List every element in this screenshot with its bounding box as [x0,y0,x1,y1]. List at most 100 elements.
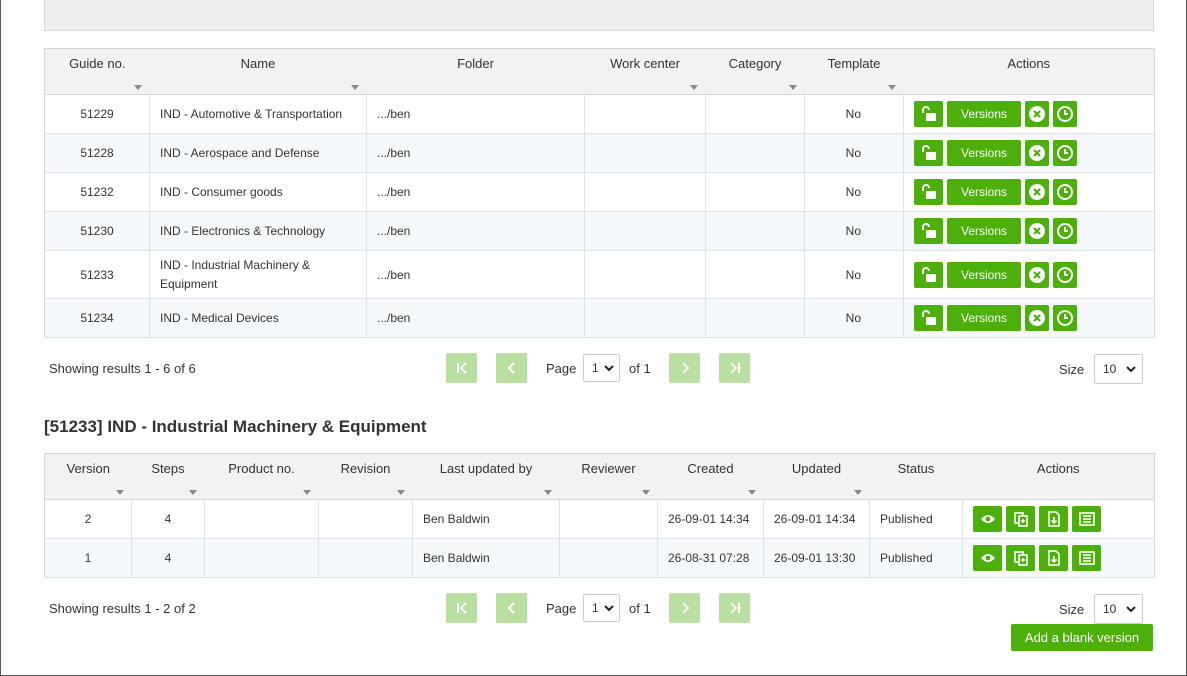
next-page-button[interactable] [669,353,700,383]
page-value: 1 [592,601,599,615]
sort-caret-icon[interactable] [188,490,197,495]
clock-icon [1057,223,1073,239]
last-page-button[interactable] [719,593,750,623]
unlock-button[interactable] [914,140,943,166]
col-last-updated-by[interactable]: Last updated by [412,453,560,500]
versions-button[interactable]: Versions [947,140,1021,166]
unlock-button[interactable] [914,101,943,127]
unlock-button[interactable] [914,218,943,244]
close-circle-icon [1029,310,1045,326]
page-select[interactable]: 1 [583,354,620,382]
add-blank-version-button[interactable]: Add a blank version [1011,624,1153,651]
sort-caret-icon[interactable] [115,490,124,495]
table-row[interactable]: 1 4 Ben Baldwin 26-08-31 07:28 26-09-01 13:3… [44,538,1155,578]
sort-caret-icon[interactable] [689,85,698,90]
sort-caret-icon[interactable] [853,490,862,495]
table-row[interactable]: 51233 IND - Industrial Machinery & Equipm… [44,250,1155,299]
view-button[interactable] [973,545,1002,571]
sort-caret-icon[interactable] [350,85,359,90]
history-button[interactable] [1053,218,1077,244]
col-actions: Actions [903,48,1155,95]
report-button[interactable] [1072,506,1101,532]
last-page-icon [729,362,740,374]
delete-button[interactable] [1025,140,1049,166]
cell-work-center [584,250,706,299]
unlock-button[interactable] [914,179,943,205]
first-page-button[interactable] [446,593,477,623]
sort-caret-icon[interactable] [543,490,552,495]
col-revision[interactable]: Revision [318,453,413,500]
col-updated[interactable]: Updated [763,453,870,500]
history-button[interactable] [1053,305,1077,331]
versions-button[interactable]: Versions [947,218,1021,244]
col-guide-no[interactable]: Guide no. [44,48,150,95]
download-button[interactable] [1039,506,1068,532]
versions-button[interactable]: Versions [947,305,1021,331]
close-circle-icon [1029,106,1045,122]
versions-button[interactable]: Versions [947,101,1021,127]
prev-page-button[interactable] [496,353,527,383]
history-button[interactable] [1053,140,1077,166]
table-row[interactable]: 51232 IND - Consumer goods .../ben No Versio… [44,172,1155,212]
versions-button[interactable]: Versions [947,179,1021,205]
cell-guide-no: 51232 [44,172,150,212]
eye-icon [980,554,995,562]
view-button[interactable] [973,506,1002,532]
copy-icon [1013,551,1028,566]
page-select[interactable]: 1 [583,594,620,622]
size-select[interactable]: 10 [1094,354,1143,384]
sort-caret-icon[interactable] [396,490,405,495]
unlock-button[interactable] [914,305,943,331]
col-reviewer[interactable]: Reviewer [559,453,658,500]
table-row[interactable]: 51234 IND - Medical Devices .../ben No Versi… [44,298,1155,338]
history-button[interactable] [1053,261,1077,288]
col-work-center[interactable]: Work center [584,48,706,95]
sort-caret-icon[interactable] [887,85,896,90]
delete-button[interactable] [1025,101,1049,127]
col-created[interactable]: Created [657,453,764,500]
cell-actions: Versions [903,94,1155,134]
col-version[interactable]: Version [44,453,132,500]
col-name[interactable]: Name [149,48,367,95]
cell-template: No [804,133,904,173]
history-button[interactable] [1053,101,1077,127]
table-row[interactable]: 51230 IND - Electronics & Technology .../b… [44,211,1155,251]
col-status[interactable]: Status [869,453,963,500]
col-steps[interactable]: Steps [131,453,205,500]
col-template[interactable]: Template [804,48,904,95]
duplicate-button[interactable] [1006,545,1035,571]
col-product-no[interactable]: Product no. [204,453,319,500]
next-page-icon [681,362,689,374]
chevron-down-icon [1126,606,1136,613]
col-category[interactable]: Category [705,48,805,95]
table-row[interactable]: 2 4 Ben Baldwin 26-09-01 14:34 26-09-01 14:3… [44,499,1155,539]
duplicate-button[interactable] [1006,506,1035,532]
first-page-button[interactable] [446,353,477,383]
cell-work-center [584,94,706,134]
report-button[interactable] [1072,545,1101,571]
unlock-button[interactable] [914,261,943,288]
table-row[interactable]: 51228 IND - Aerospace and Defense .../ben N… [44,133,1155,173]
sort-caret-icon[interactable] [788,85,797,90]
delete-button[interactable] [1025,305,1049,331]
prev-page-button[interactable] [496,593,527,623]
close-circle-icon [1029,266,1045,283]
delete-button[interactable] [1025,179,1049,205]
sort-caret-icon[interactable] [133,85,142,90]
sort-caret-icon[interactable] [302,490,311,495]
sort-caret-icon[interactable] [747,490,756,495]
download-button[interactable] [1039,545,1068,571]
cell-work-center [584,133,706,173]
col-folder[interactable]: Folder [366,48,585,95]
cell-reviewer [559,499,658,539]
next-page-button[interactable] [669,593,700,623]
versions-button[interactable]: Versions [947,261,1021,288]
table-row[interactable]: 51229 IND - Automotive & Transportation..… [44,94,1155,134]
last-page-button[interactable] [719,353,750,383]
delete-button[interactable] [1025,261,1049,288]
sort-caret-icon[interactable] [641,490,650,495]
history-button[interactable] [1053,179,1077,205]
delete-button[interactable] [1025,218,1049,244]
cell-last-updated-by: Ben Baldwin [412,499,560,539]
size-select[interactable]: 10 [1094,594,1143,624]
